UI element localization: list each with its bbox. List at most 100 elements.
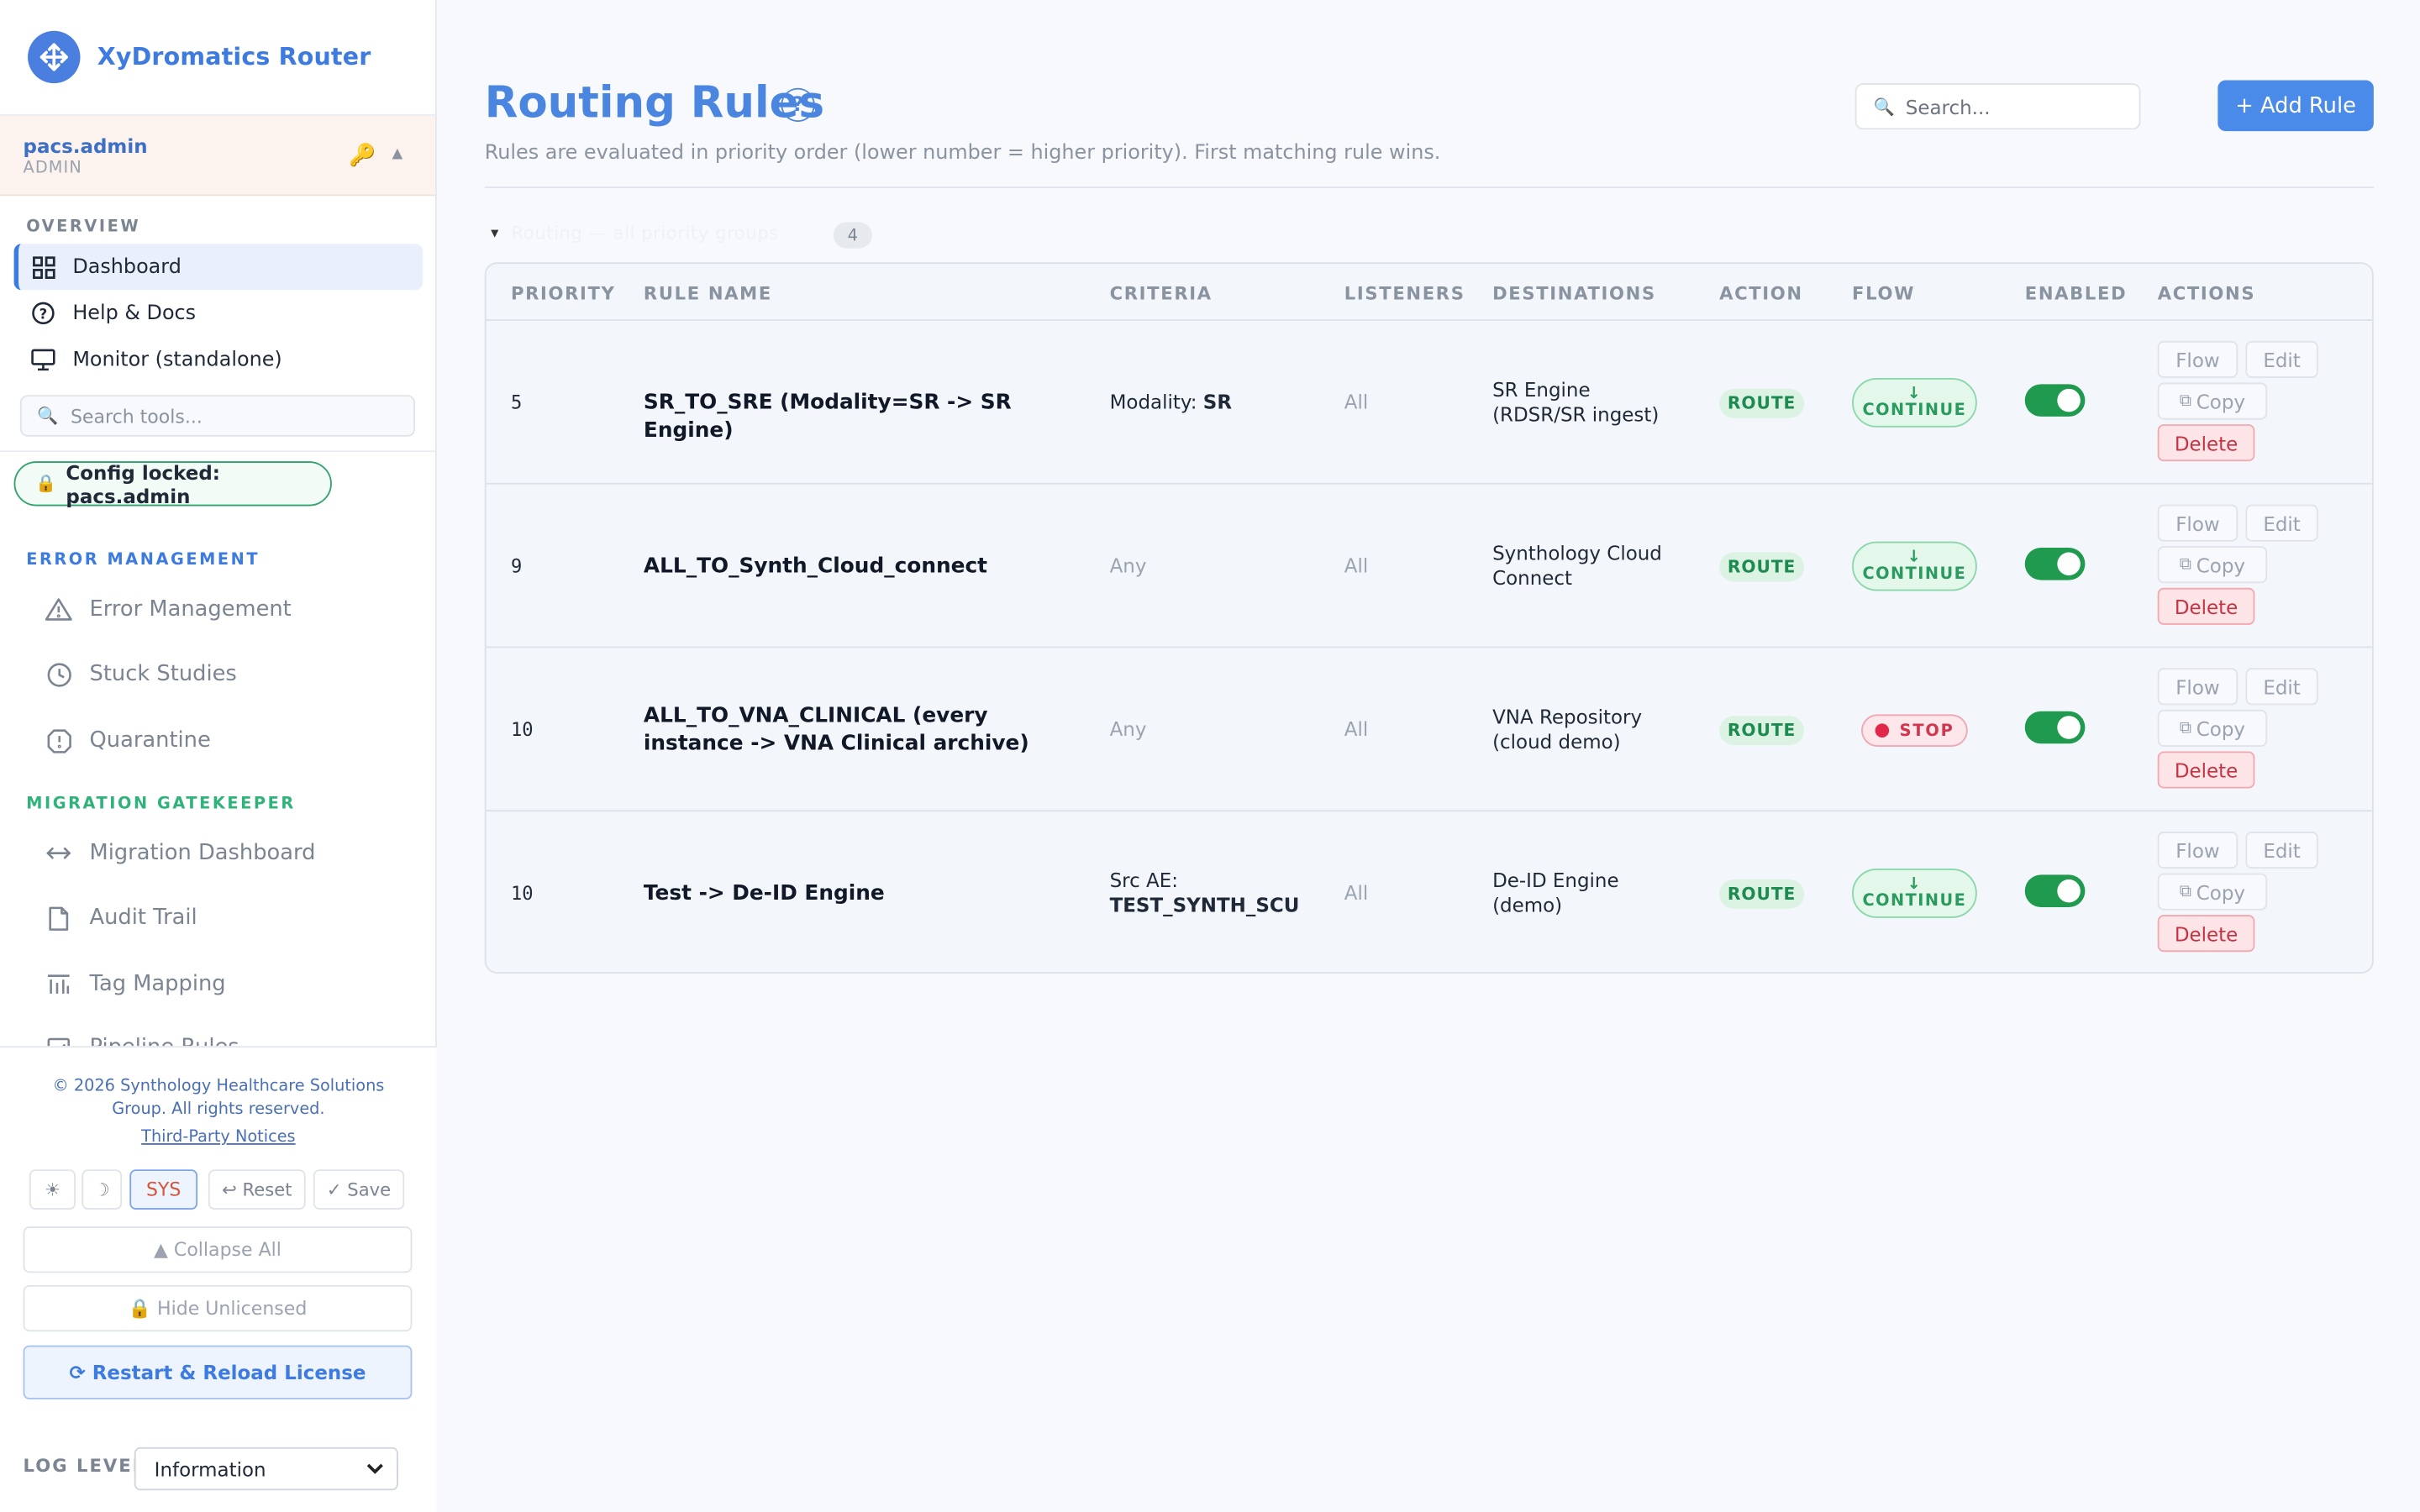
flow-button[interactable]: Flow xyxy=(2157,668,2238,706)
table-row[interactable]: 5 SR_TO_SRE (Modality=SR -> SR Engine) M… xyxy=(486,321,2373,485)
config-lock-badge[interactable]: 🔒 Config locked: pacs.admin xyxy=(13,460,332,507)
delete-button[interactable]: Delete xyxy=(2157,915,2255,953)
table-row[interactable]: 9 ALL_TO_Synth_Cloud_connect Any All Syn… xyxy=(486,485,2373,648)
error-section-title[interactable]: ERROR MANAGEMENT xyxy=(26,551,260,570)
nav-monitor[interactable]: Monitor (standalone) xyxy=(14,336,424,382)
search-icon: 🔍 xyxy=(37,406,59,426)
edit-button[interactable]: Edit xyxy=(2245,340,2318,378)
toggle-knob xyxy=(2057,552,2081,576)
arrow-down-icon: ↓ xyxy=(1907,874,1923,894)
enabled-toggle[interactable] xyxy=(2024,874,2086,907)
shield-alert-icon xyxy=(45,727,72,754)
nav-pipeline-rules[interactable]: Pipeline Rules xyxy=(45,1035,239,1047)
delete-button[interactable]: Delete xyxy=(2157,424,2255,462)
enabled-toggle[interactable] xyxy=(2024,711,2086,744)
nav-tag-mapping[interactable]: Tag Mapping xyxy=(45,970,226,998)
nav-dashboard-label: Dashboard xyxy=(72,255,182,279)
nav-audit-trail[interactable]: Audit Trail xyxy=(45,904,197,932)
toggle-knob xyxy=(2057,716,2081,739)
copy-icon: ⧉ xyxy=(2179,717,2192,738)
sidebar: XyDromatics Router pacs.admin ADMIN 🔑 ▲ … xyxy=(0,0,437,1512)
hide-unlicensed-button[interactable]: 🔒 Hide Unlicensed xyxy=(23,1284,413,1332)
flow-continue-badge: ↓ CONTINUE xyxy=(1852,377,1977,428)
arrows-horizontal-icon xyxy=(45,839,72,867)
group-label: Routing — all priority groups xyxy=(511,222,779,244)
delete-button[interactable]: Delete xyxy=(2157,587,2255,625)
help-circle-icon: ? xyxy=(31,301,55,325)
arrow-down-icon: ↓ xyxy=(1907,384,1923,403)
enabled-toggle[interactable] xyxy=(2024,384,2086,417)
toggle-knob xyxy=(2057,879,2081,903)
tools-search-input[interactable]: 🔍 Search tools... xyxy=(19,395,416,437)
flow-button[interactable]: Flow xyxy=(2157,831,2238,869)
reset-button[interactable]: ↩ Reset xyxy=(208,1169,306,1210)
nav-migration-dashboard[interactable]: Migration Dashboard xyxy=(45,839,315,867)
add-rule-button[interactable]: + Add Rule xyxy=(2217,80,2374,132)
rule-name[interactable]: ALL_TO_VNA_CLINICAL (every instance -> V… xyxy=(644,702,1076,758)
copy-button[interactable]: ⧉ Copy xyxy=(2157,709,2268,747)
nav-dashboard[interactable]: Dashboard xyxy=(13,244,424,291)
nav-help-docs[interactable]: ? Help & Docs xyxy=(14,290,424,336)
nav-help-label: Help & Docs xyxy=(72,302,197,325)
flow-stop-badge: STOP xyxy=(1861,714,1968,747)
rule-priority: 5 xyxy=(510,391,523,414)
theme-dark-button[interactable]: ☽ xyxy=(82,1169,123,1210)
user-panel: pacs.admin ADMIN 🔑 ▲ xyxy=(0,115,435,197)
copy-button[interactable]: ⧉ Copy xyxy=(2157,382,2268,420)
nav-stuck-studies[interactable]: Stuck Studies xyxy=(45,660,237,688)
rule-name[interactable]: Test -> De-ID Engine xyxy=(644,879,1076,907)
collapse-all-button[interactable]: ▲ Collapse All xyxy=(23,1226,413,1273)
edit-button[interactable]: Edit xyxy=(2245,668,2318,706)
monitor-icon xyxy=(31,347,55,371)
col-priority[interactable]: PRIORITY xyxy=(511,282,616,304)
page-subtitle: Rules are evaluated in priority order (l… xyxy=(484,141,1441,165)
table-row[interactable]: 10 ALL_TO_VNA_CLINICAL (every instance -… xyxy=(486,648,2373,812)
copy-button[interactable]: ⧉ Copy xyxy=(2157,546,2268,584)
arrow-down-icon: ↓ xyxy=(1907,548,1923,567)
restart-reload-license-button[interactable]: ⟳ Restart & Reload License xyxy=(23,1345,413,1399)
app-title: XyDromatics Router xyxy=(97,43,371,71)
flow-button[interactable]: Flow xyxy=(2157,504,2238,542)
document-icon xyxy=(45,904,72,932)
col-listeners[interactable]: LISTENERS xyxy=(1344,282,1465,304)
theme-light-button[interactable]: ☀ xyxy=(29,1169,76,1210)
clock-icon xyxy=(45,660,72,688)
theme-system-button[interactable]: SYS xyxy=(129,1169,198,1210)
eject-icon[interactable]: ▲ xyxy=(392,146,403,161)
migration-section-title[interactable]: MIGRATION GATEKEEPER xyxy=(26,795,296,813)
col-flow[interactable]: FLOW xyxy=(1852,282,1915,304)
rule-name[interactable]: SR_TO_SRE (Modality=SR -> SR Engine) xyxy=(644,389,1076,444)
col-actions[interactable]: ACTIONS xyxy=(2158,282,2256,304)
col-criteria[interactable]: CRITERIA xyxy=(1110,282,1213,304)
edit-button[interactable]: Edit xyxy=(2245,504,2318,542)
delete-button[interactable]: Delete xyxy=(2157,751,2255,789)
nav-pipeline-rules-label: Pipeline Rules xyxy=(90,1035,239,1046)
col-rule-name[interactable]: RULE NAME xyxy=(644,282,772,304)
nav-error-management[interactable]: Error Management xyxy=(45,596,292,623)
col-action[interactable]: ACTION xyxy=(1719,282,1803,304)
help-icon[interactable]: ? xyxy=(781,87,815,123)
col-destinations[interactable]: DESTINATIONS xyxy=(1492,282,1656,304)
copy-button[interactable]: ⧉ Copy xyxy=(2157,873,2268,911)
rules-search-input[interactable]: 🔍 Search... xyxy=(1854,83,2141,130)
nav-quarantine[interactable]: Quarantine xyxy=(45,727,211,754)
overview-section-title: OVERVIEW xyxy=(26,217,141,237)
save-button[interactable]: ✓ Save xyxy=(313,1169,405,1210)
brand-header[interactable]: XyDromatics Router xyxy=(0,0,435,116)
third-party-link[interactable]: Third-Party Notices xyxy=(0,1128,437,1147)
edit-button[interactable]: Edit xyxy=(2245,831,2318,869)
key-icon[interactable]: 🔑 xyxy=(349,144,376,168)
flow-button[interactable]: Flow xyxy=(2157,340,2238,378)
log-level-select[interactable]: Information xyxy=(134,1446,398,1491)
copy-label: Copy xyxy=(2196,553,2245,577)
search-icon: 🔍 xyxy=(1873,96,1895,117)
rule-destinations: VNA Repository (cloud demo) xyxy=(1492,705,1643,753)
group-header[interactable]: ▾ Routing — all priority groups xyxy=(491,222,779,244)
rule-name[interactable]: ALL_TO_Synth_Cloud_connect xyxy=(644,553,1076,580)
criteria-value: SR xyxy=(1202,390,1233,414)
enabled-toggle[interactable] xyxy=(2024,548,2086,580)
table-row[interactable]: 10 Test -> De-ID Engine Src AE: TEST_SYNT… xyxy=(487,811,2372,972)
col-enabled[interactable]: ENABLED xyxy=(2025,282,2128,304)
nav-migration-dashboard-label: Migration Dashboard xyxy=(89,841,316,866)
action-badge: ROUTE xyxy=(1719,552,1805,582)
